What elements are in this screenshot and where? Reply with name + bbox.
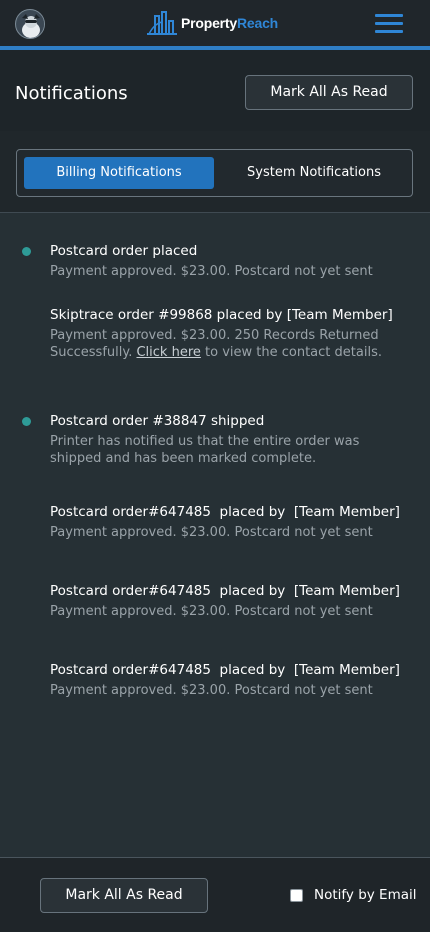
avatar[interactable] [15, 9, 45, 39]
list-item[interactable]: Postcard order#647485 placed by [Team Me… [50, 503, 410, 541]
notification-title: Postcard order #38847 shipped [50, 413, 265, 429]
footer-bar: Mark All As Read Notify by Email [0, 857, 430, 932]
notification-description: Payment approved. $23.00. 250 Records Re… [50, 327, 410, 361]
notification-description-text: to view the contact details. [205, 345, 382, 360]
notification-title: Postcard order#647485 placed by [Team Me… [50, 583, 400, 599]
brand-name-part1: Property [181, 15, 237, 31]
top-navbar: PropertyReach [0, 0, 430, 46]
notification-title: Postcard order#647485 placed by [Team Me… [50, 662, 400, 678]
list-item[interactable]: Postcard order#647485 placed by [Team Me… [50, 582, 410, 620]
building-logo-icon [147, 11, 177, 35]
notification-description: Payment approved. $23.00. Postcard not y… [50, 604, 373, 619]
notification-title: Postcard order#647485 placed by [Team Me… [50, 504, 400, 520]
notification-description: Payment approved. $23.00. Postcard not y… [50, 525, 373, 540]
list-item[interactable]: Postcard order placed Payment approved. … [22, 242, 410, 280]
unread-dot-icon [22, 247, 31, 256]
notification-title: Postcard order placed [50, 243, 198, 259]
tabs-area: Billing Notifications System Notificatio… [0, 131, 430, 213]
click-here-link[interactable]: Click here [136, 345, 200, 360]
hamburger-menu-icon[interactable] [375, 14, 403, 34]
tab-billing-notifications[interactable]: Billing Notifications [24, 157, 214, 189]
notification-description: Printer has notified us that the entire … [50, 434, 360, 466]
page-title: Notifications [15, 83, 128, 104]
unread-dot-icon [22, 417, 31, 426]
notify-email-label: Notify by Email [314, 887, 417, 903]
notification-title: Skiptrace order #99868 placed by [Team M… [50, 307, 393, 323]
notification-description: Payment approved. $23.00. Postcard not y… [50, 264, 373, 279]
mark-all-read-button-footer[interactable]: Mark All As Read [40, 878, 208, 913]
notify-email-toggle[interactable]: Notify by Email [290, 887, 417, 903]
brand-name: PropertyReach [181, 15, 278, 31]
list-item[interactable]: Postcard order#647485 placed by [Team Me… [50, 661, 410, 699]
list-item[interactable]: Postcard order #38847 shipped Printer ha… [22, 412, 410, 467]
tab-system-notifications[interactable]: System Notifications [223, 157, 405, 189]
notification-description: Payment approved. $23.00. Postcard not y… [50, 683, 373, 698]
mark-all-read-button[interactable]: Mark All As Read [245, 75, 413, 110]
user-avatar-icon [17, 11, 44, 38]
notification-tabs: Billing Notifications System Notificatio… [16, 149, 413, 197]
brand-name-part2: Reach [236, 15, 279, 31]
list-item[interactable]: Skiptrace order #99868 placed by [Team M… [50, 306, 410, 361]
brand-logo[interactable]: PropertyReach [146, 10, 278, 36]
page-header: Notifications Mark All As Read [0, 50, 430, 131]
notify-email-checkbox[interactable] [290, 888, 303, 902]
